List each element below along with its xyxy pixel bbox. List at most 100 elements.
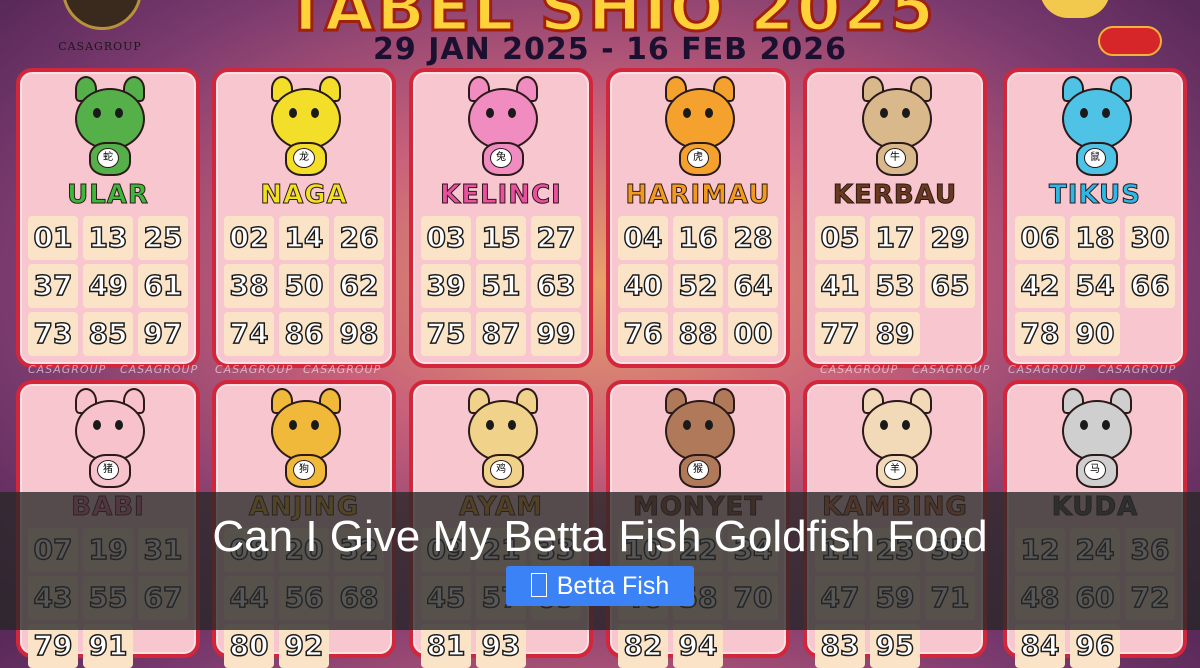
- shio-number: 49: [83, 264, 133, 308]
- logo-emblem: [62, 0, 142, 30]
- shio-number: 64: [728, 264, 778, 308]
- monyet-icon: 猴: [653, 388, 743, 492]
- shio-number-grid: 01 13 25 37 49 61 73 85 97: [28, 216, 188, 356]
- shio-number: 63: [531, 264, 581, 308]
- watermark: CASAGROUP: [1098, 363, 1177, 376]
- shio-number: 83: [815, 624, 865, 668]
- shio-card-kerbau: 牛 KERBAU 05 17 29 41 53 65 77 89: [803, 68, 987, 368]
- date-range: 29 JAN 2025 - 16 FEB 2026: [373, 32, 847, 67]
- harimau-icon: 虎: [653, 76, 743, 180]
- shio-number-grid: 04 16 28 40 52 64 76 88 00: [618, 216, 778, 356]
- shio-number-grid: 06 18 30 42 54 66 78 90: [1015, 216, 1175, 356]
- shio-number: 94: [673, 624, 723, 668]
- shio-number: 88: [673, 312, 723, 356]
- shio-number: 53: [870, 264, 920, 308]
- shio-number: 29: [925, 216, 975, 260]
- shio-glyph: 鼠: [1084, 148, 1106, 168]
- category-label: Betta Fish: [556, 572, 670, 600]
- shio-number: 75: [421, 312, 471, 356]
- shio-number: 01: [28, 216, 78, 260]
- shio-number: 73: [28, 312, 78, 356]
- shio-number: 38: [224, 264, 274, 308]
- shio-number: 66: [1125, 264, 1175, 308]
- shio-number: [1125, 312, 1175, 356]
- category-button[interactable]: Betta Fish: [506, 566, 694, 606]
- shio-card-kelinci: 兔 KELINCI 03 15 27 39 51 63 75 87 99: [409, 68, 593, 368]
- shio-number: 76: [618, 312, 668, 356]
- shio-name: TIKUS: [1049, 180, 1141, 211]
- shio-glyph: 狗: [293, 460, 315, 480]
- shio-number: 61: [138, 264, 188, 308]
- shio-number: 17: [870, 216, 920, 260]
- kerbau-icon: 牛: [850, 76, 940, 180]
- shio-number: [1125, 624, 1175, 668]
- shio-glyph: 鸡: [490, 460, 512, 480]
- shio-number: 93: [476, 624, 526, 668]
- shio-number: 28: [728, 216, 778, 260]
- anjing-icon: 狗: [259, 388, 349, 492]
- shio-name: KELINCI: [440, 180, 562, 211]
- shio-number: 84: [1015, 624, 1065, 668]
- shio-number: 25: [138, 216, 188, 260]
- shio-number: 42: [1015, 264, 1065, 308]
- shio-number: 98: [334, 312, 384, 356]
- shio-number: 62: [334, 264, 384, 308]
- shio-card-tikus: 鼠 TIKUS 06 18 30 42 54 66 78 90: [1003, 68, 1187, 368]
- shio-name: ULAR: [67, 180, 149, 211]
- shio-glyph: 牛: [884, 148, 906, 168]
- shio-number: 81: [421, 624, 471, 668]
- watermark: CASAGROUP: [912, 363, 991, 376]
- tikus-icon: 鼠: [1050, 76, 1140, 180]
- shio-number: 96: [1070, 624, 1120, 668]
- shio-glyph: 兔: [490, 148, 512, 168]
- shio-number: 18: [1070, 216, 1120, 260]
- shio-number: 06: [1015, 216, 1065, 260]
- watermark: CASAGROUP: [303, 363, 382, 376]
- naga-icon: 龙: [259, 76, 349, 180]
- watermark: CASAGROUP: [820, 363, 899, 376]
- shio-card-ular: 蛇 ULAR 01 13 25 37 49 61 73 85 97: [16, 68, 200, 368]
- shio-number: 89: [870, 312, 920, 356]
- shio-glyph: 猴: [687, 460, 709, 480]
- shio-card-naga: 龙 NAGA 02 14 26 38 50 62 74 86 98: [212, 68, 396, 368]
- shio-number: 78: [1015, 312, 1065, 356]
- shio-number: 16: [673, 216, 723, 260]
- shio-number: 05: [815, 216, 865, 260]
- article-headline[interactable]: Can I Give My Betta Fish Goldfish Food: [0, 512, 1200, 562]
- shio-glyph: 蛇: [97, 148, 119, 168]
- shio-name: KERBAU: [832, 180, 958, 211]
- gold-ingot-icon: [1040, 0, 1110, 18]
- shio-number: 40: [618, 264, 668, 308]
- ular-icon: 蛇: [63, 76, 153, 180]
- shio-number: 77: [815, 312, 865, 356]
- shio-number: 79: [28, 624, 78, 668]
- lucky-cloud-decoration: [1040, 0, 1162, 60]
- shio-number: 86: [279, 312, 329, 356]
- shio-number: 90: [1070, 312, 1120, 356]
- shio-number: 52: [673, 264, 723, 308]
- shio-number: 82: [618, 624, 668, 668]
- shio-name: HARIMAU: [625, 180, 771, 211]
- poster-header: CASAGROUP TABEL SHIO 2025 29 JAN 2025 - …: [0, 0, 1200, 72]
- ayam-icon: 鸡: [456, 388, 546, 492]
- shio-number: 51: [476, 264, 526, 308]
- shio-number: 92: [279, 624, 329, 668]
- shio-number: [925, 312, 975, 356]
- shio-glyph: 虎: [687, 148, 709, 168]
- shio-number: 85: [83, 312, 133, 356]
- shio-name: NAGA: [260, 180, 348, 211]
- shio-number: 41: [815, 264, 865, 308]
- shio-number: 91: [83, 624, 133, 668]
- shio-glyph: 马: [1084, 460, 1106, 480]
- document-icon: [530, 573, 547, 597]
- shio-number: 00: [728, 312, 778, 356]
- shio-number: 26: [334, 216, 384, 260]
- shio-number-grid: 05 17 29 41 53 65 77 89: [815, 216, 975, 356]
- shio-number: [334, 624, 384, 668]
- shio-number: 80: [224, 624, 274, 668]
- babi-icon: 猪: [63, 388, 153, 492]
- shio-number: [531, 624, 581, 668]
- shio-number-grid: 03 15 27 39 51 63 75 87 99: [421, 216, 581, 356]
- shio-number: 54: [1070, 264, 1120, 308]
- shio-number-grid: 02 14 26 38 50 62 74 86 98: [224, 216, 384, 356]
